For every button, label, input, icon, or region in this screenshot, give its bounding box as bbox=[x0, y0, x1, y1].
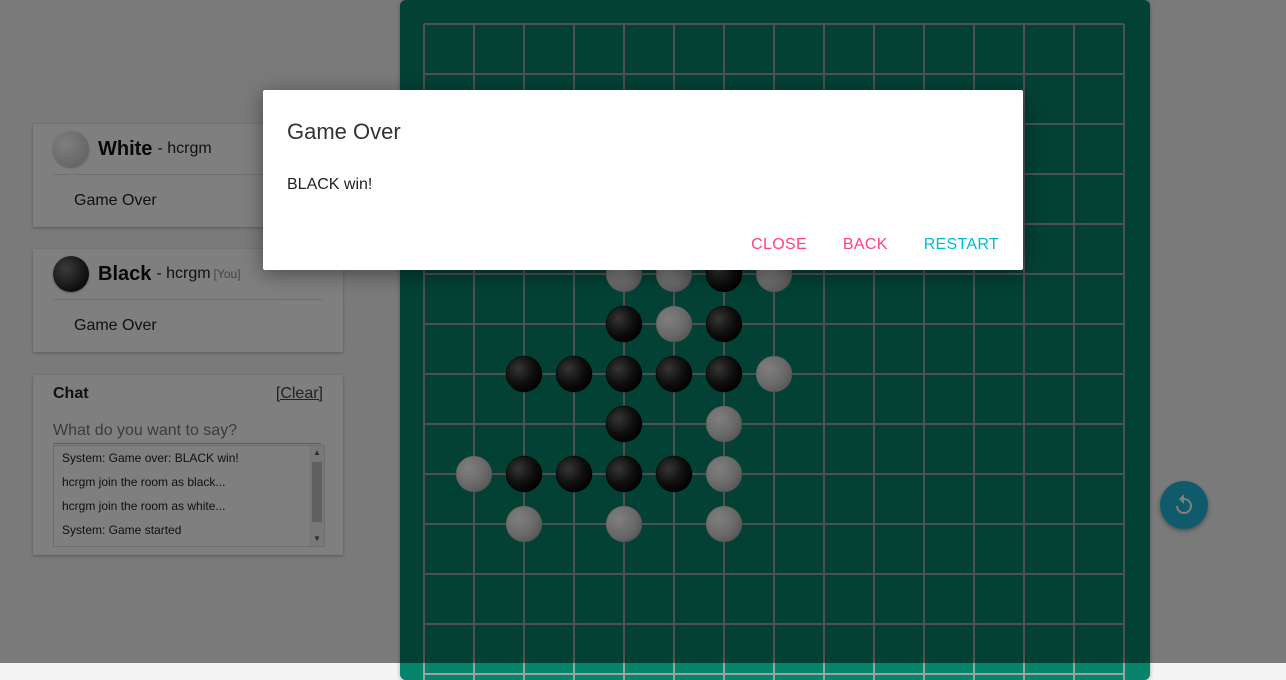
close-button[interactable]: CLOSE bbox=[739, 226, 819, 262]
back-button[interactable]: BACK bbox=[831, 226, 900, 262]
dialog-message: BLACK win! bbox=[287, 176, 373, 193]
restart-button[interactable]: RESTART bbox=[912, 226, 1011, 262]
game-over-dialog: Game Over BLACK win! CLOSE BACK RESTART bbox=[263, 90, 1023, 270]
dialog-title: Game Over bbox=[287, 119, 401, 144]
dialog-actions: CLOSE BACK RESTART bbox=[739, 226, 1011, 262]
